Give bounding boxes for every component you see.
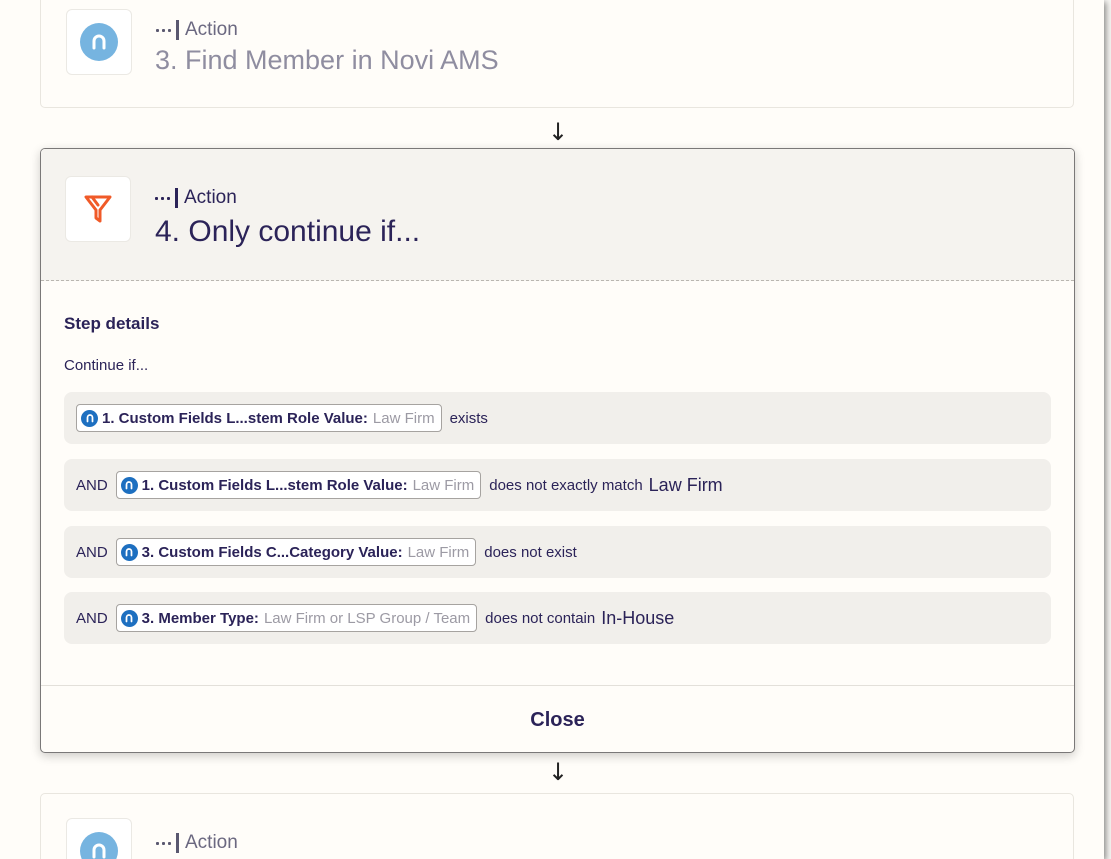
field-name: 1. Custom Fields L...stem Role Value: (141, 476, 408, 494)
field-pill[interactable]: 1. Custom Fields L...stem Role Value: La… (76, 404, 442, 432)
novi-logo-icon (81, 409, 98, 427)
field-sample-value: Law Firm (407, 543, 470, 561)
condition-operator: does not contain (485, 609, 596, 627)
arrow-down-icon: ↓ (548, 758, 569, 786)
step-title: 3. Find Member in Novi AMS (155, 45, 499, 75)
filter-icon (84, 195, 112, 223)
step-kind-label: Action (184, 187, 237, 208)
condition-operator: does not exist (484, 543, 577, 561)
field-sample-value: Law Firm or LSP Group / Team (263, 609, 471, 627)
step-card-3[interactable]: Action 3. Find Member in Novi AMS (40, 0, 1074, 108)
novi-app-icon (66, 9, 132, 75)
step-header: Action 4. Only continue if... (41, 149, 1074, 281)
section-title: Step details (64, 314, 160, 333)
close-button[interactable]: Close (524, 708, 590, 733)
condition-operator: does not exactly match (489, 476, 643, 494)
condition-row[interactable]: AND 1. Custom Fields L...stem Role Value… (64, 459, 1051, 511)
step-kind: Action (156, 832, 238, 854)
continue-if-label: Continue if... (64, 357, 149, 374)
and-connector: AND (76, 476, 108, 494)
panel-footer: Close (41, 685, 1074, 752)
and-connector: AND (76, 609, 108, 627)
field-name: 3. Custom Fields C...Category Value: (141, 543, 403, 561)
field-sample-value: Law Firm (372, 409, 435, 427)
novi-logo-icon (120, 609, 138, 627)
condition-row[interactable]: AND 3. Custom Fields C...Category Value:… (64, 526, 1051, 578)
field-sample-value: Law Firm (412, 476, 475, 494)
step-card-5[interactable]: Action (40, 793, 1074, 859)
step-kind-label: Action (185, 832, 238, 853)
step-kind-label: Action (185, 19, 238, 40)
and-connector: AND (76, 543, 108, 561)
novi-logo-icon (80, 832, 118, 859)
action-dots-icon (156, 833, 179, 853)
condition-row[interactable]: 1. Custom Fields L...stem Role Value: La… (64, 392, 1051, 444)
filter-app-icon (65, 176, 131, 242)
action-dots-icon (155, 188, 178, 208)
condition-operator: exists (449, 409, 488, 427)
step-kind: Action (155, 187, 237, 209)
field-name: 1. Custom Fields L...stem Role Value: (102, 409, 368, 427)
step-kind: Action (156, 19, 238, 41)
novi-logo-icon (120, 543, 138, 561)
zap-editor-canvas: Action 3. Find Member in Novi AMS ↓ Acti… (0, 0, 1104, 859)
action-dots-icon (156, 20, 179, 40)
condition-value: In-House (601, 607, 675, 628)
condition-row[interactable]: AND 3. Member Type: Law Firm or LSP Grou… (64, 592, 1051, 644)
field-name: 3. Member Type: (141, 609, 259, 627)
novi-logo-icon (120, 476, 138, 494)
field-pill[interactable]: 3. Member Type: Law Firm or LSP Group / … (115, 604, 478, 632)
field-pill[interactable]: 1. Custom Fields L...stem Role Value: La… (115, 471, 482, 499)
step-title: 4. Only continue if... (155, 215, 421, 248)
step-details-panel: Action 4. Only continue if... Step detai… (40, 148, 1075, 753)
field-pill[interactable]: 3. Custom Fields C...Category Value: Law… (115, 538, 477, 566)
condition-value: Law Firm (648, 474, 723, 495)
novi-app-icon (66, 818, 132, 859)
arrow-down-icon: ↓ (548, 118, 569, 146)
novi-logo-icon (80, 23, 118, 61)
